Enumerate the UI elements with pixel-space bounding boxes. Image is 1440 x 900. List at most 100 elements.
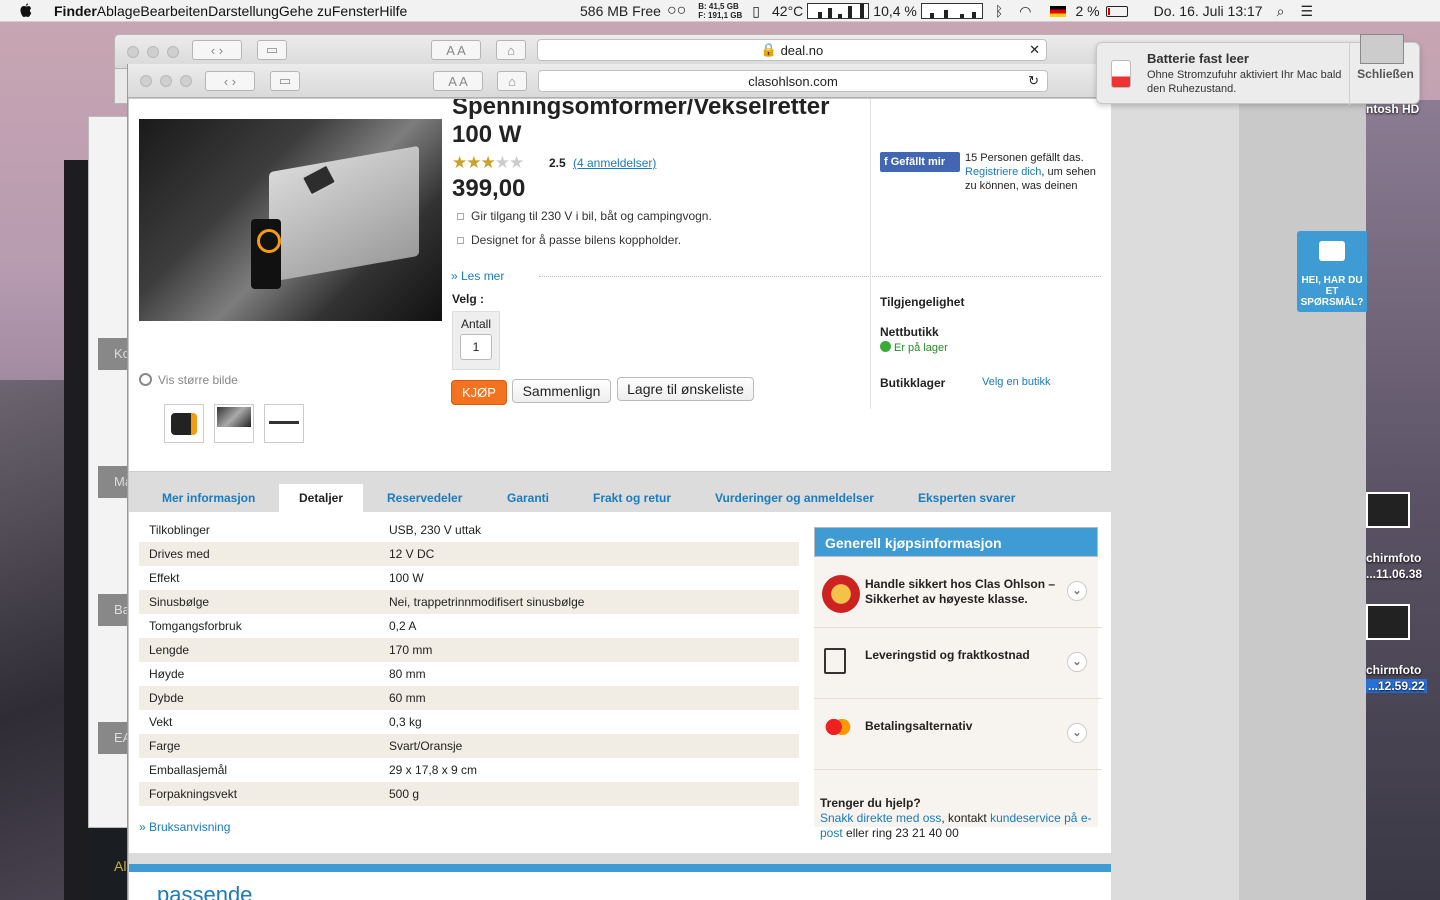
screenshot-thumb-2[interactable]: [1366, 604, 1410, 640]
spotlight-icon[interactable]: ⌕: [1277, 3, 1285, 20]
menu-darstellung[interactable]: Darstellung: [208, 3, 279, 19]
menu-finder[interactable]: Finder: [54, 3, 97, 19]
minimize-window-button[interactable]: [160, 74, 172, 87]
facebook-register-link[interactable]: Registriere dich: [965, 166, 1041, 178]
disk-f: F: 191,1 GB: [698, 11, 743, 20]
view-larger-link[interactable]: Vis større bilde: [139, 373, 238, 387]
chevron-down-icon[interactable]: ⌄: [1067, 652, 1087, 672]
chat-link[interactable]: Snakk direkte med oss: [820, 811, 941, 825]
choose-store-link[interactable]: Velg en butikk: [982, 376, 1051, 388]
menu-ablage[interactable]: Ablage: [97, 3, 141, 19]
text-size-buttons[interactable]: A A: [433, 71, 483, 91]
spec-row: Forpakningsvekt 500 g: [139, 782, 799, 806]
spec-key: Sinusbølge: [149, 595, 210, 609]
wifi-icon[interactable]: ◠: [1019, 3, 1031, 20]
stop-icon[interactable]: ✕: [1029, 42, 1040, 58]
notification-center-icon[interactable]: ☰: [1300, 3, 1313, 20]
delivery-item[interactable]: Leveringstid og fraktkostnad ⌄: [814, 628, 1102, 699]
spec-value: 100 W: [389, 571, 424, 585]
spec-key: Vekt: [149, 715, 173, 729]
thumbnail-1[interactable]: [164, 404, 204, 443]
close-window-button[interactable]: [140, 74, 152, 87]
tab-frakt-og-retur[interactable]: Frakt og retur: [593, 484, 671, 513]
spec-row: Emballasjemål 29 x 17,8 x 9 cm: [139, 758, 799, 782]
tab-garanti[interactable]: Garanti: [507, 484, 549, 513]
menu-fenster[interactable]: Fenster: [332, 3, 379, 19]
spec-value: 60 mm: [389, 691, 426, 705]
manual-link[interactable]: » Bruksanvisning: [139, 820, 230, 834]
spec-key: Dybde: [149, 691, 184, 705]
wishlist-button[interactable]: Lagre til ønskeliste: [617, 377, 754, 401]
spec-row: Tomgangsforbruk 0,2 A: [139, 614, 799, 638]
temperature[interactable]: 42°C: [772, 3, 803, 19]
screenshot-2-time[interactable]: ...12.59.22: [1366, 679, 1427, 693]
tab-detaljer[interactable]: Detaljer: [279, 484, 364, 513]
menu-hilfe[interactable]: Hilfe: [379, 3, 407, 19]
spec-row: Lengde 170 mm: [139, 638, 799, 662]
antall-label: Antall: [461, 317, 492, 331]
hard-drive-icon[interactable]: [1360, 34, 1404, 64]
memory-status[interactable]: 586 MB Free: [580, 3, 661, 19]
payment-item[interactable]: Betalingsalternativ ⌄: [814, 699, 1102, 770]
help-text: Trenger du hjelp? Snakk direkte med oss, …: [820, 796, 1098, 841]
back-home-button[interactable]: ⌂: [496, 40, 526, 60]
chevron-down-icon[interactable]: ⌄: [1067, 581, 1087, 601]
spec-row: Drives med 12 V DC: [139, 542, 799, 566]
spec-row: Farge Svart/Oransje: [139, 734, 799, 758]
spec-row: Dybde 60 mm: [139, 686, 799, 710]
compare-button[interactable]: Sammenlign: [512, 379, 611, 403]
back-nav-buttons[interactable]: ‹ ›: [192, 40, 242, 60]
menu-gehe-zu[interactable]: Gehe zu: [279, 3, 332, 19]
menu-bearbeiten[interactable]: Bearbeiten: [140, 3, 208, 19]
bg-label-foot: Al: [88, 828, 128, 900]
quantity-input[interactable]: 1: [460, 334, 492, 360]
secure-shopping-item[interactable]: Handle sikkert hos Clas Ohlson – Sikkerh…: [814, 557, 1102, 628]
chat-button[interactable]: HEI, HAR DU ET SPØRSMÅL?: [1297, 231, 1367, 312]
home-button[interactable]: ⌂: [497, 71, 527, 91]
url-bar[interactable]: clasohlson.com ↻: [538, 70, 1048, 92]
facebook-count: 15 Personen gefällt das.: [965, 152, 1084, 164]
back-url-bar[interactable]: 🔒 deal.no ✕: [537, 39, 1047, 61]
traffic-lights[interactable]: [140, 74, 192, 87]
tab-mer-informasjon[interactable]: Mer informasjon: [162, 484, 255, 513]
les-mer-link[interactable]: » Les mer: [451, 269, 504, 283]
battery-percent[interactable]: 2 %: [1076, 3, 1100, 19]
back-forward-buttons[interactable]: ‹ ›: [205, 71, 255, 91]
thumbnail-3[interactable]: [264, 404, 304, 443]
screenshot-1-name[interactable]: chirmfoto: [1366, 551, 1421, 565]
tab-reservedeler[interactable]: Reservedeler: [387, 484, 462, 513]
apple-icon[interactable]: [18, 3, 34, 19]
help-title: Trenger du hjelp?: [820, 796, 921, 810]
disk-b: B: 41,5 GB: [698, 2, 739, 11]
in-stock-label: Er på lager: [894, 342, 948, 354]
spec-key: Høyde: [149, 667, 185, 681]
battery-icon[interactable]: [1105, 5, 1128, 17]
tab-vurderinger[interactable]: Vurderinger og anmeldelser: [715, 484, 874, 513]
product-image[interactable]: [139, 119, 442, 321]
reviews-link[interactable]: (4 anmeldelser): [573, 156, 656, 170]
spec-value: 12 V DC: [389, 547, 435, 561]
facebook-like-button[interactable]: f Gefällt mir: [880, 152, 960, 172]
back-traffic-lights[interactable]: [127, 45, 179, 58]
screenshot-thumb-1[interactable]: [1366, 492, 1410, 528]
sidebar-button[interactable]: ▭: [270, 71, 300, 91]
price: 399,00: [452, 175, 526, 202]
back-sidebar-button[interactable]: ▭: [257, 40, 287, 60]
clock[interactable]: Do. 16. Juli 13:17: [1154, 3, 1263, 19]
disk-status[interactable]: B: 41,5 GB F: 191,1 GB: [698, 2, 742, 20]
screenshot-1-time[interactable]: ...11.06.38: [1366, 567, 1422, 581]
reload-icon[interactable]: ↻: [1028, 73, 1039, 89]
chevron-down-icon[interactable]: ⌄: [1067, 723, 1087, 743]
hd-label[interactable]: ntosh HD: [1366, 102, 1419, 116]
tab-eksperten-svarer[interactable]: Eksperten svarer: [918, 484, 1015, 513]
bluetooth-icon[interactable]: ᛒ: [995, 3, 1003, 19]
delivery-label: Leveringstid og fraktkostnad: [865, 648, 1030, 662]
zoom-window-button[interactable]: [180, 74, 192, 87]
cpu-usage[interactable]: 10,4 %: [873, 3, 917, 19]
screenshot-2-name[interactable]: chirmfoto: [1366, 663, 1421, 677]
thumbnail-2[interactable]: [214, 404, 254, 443]
back-text-size-buttons[interactable]: A A: [431, 40, 481, 60]
flag-de-icon[interactable]: [1049, 5, 1066, 17]
payment-label: Betalingsalternativ: [865, 719, 973, 733]
buy-button[interactable]: KJØP: [451, 380, 507, 405]
